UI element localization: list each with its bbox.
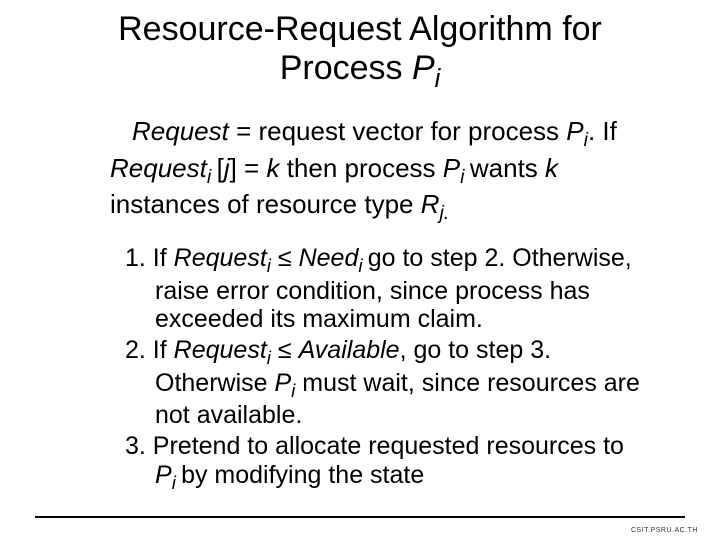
s3d: by modifying the state xyxy=(181,461,424,489)
intro-k1: k xyxy=(266,153,279,183)
step-2: 2. If Requesti ≤ Available, go to step 3… xyxy=(125,336,650,430)
intro-sub3: i xyxy=(460,166,470,188)
footer-text: CSIT.PSRU.AC.TH xyxy=(631,527,698,534)
s1b: Request xyxy=(174,244,267,272)
s2g: P xyxy=(274,369,291,397)
intro-br1: [ xyxy=(217,153,224,183)
step2-num: 2. xyxy=(125,336,146,364)
intro-paragraph: Request = request vector for process Pi.… xyxy=(0,94,720,226)
s2e: Available xyxy=(299,336,400,364)
s3a: Pretend to allocate requested resources … xyxy=(146,432,624,460)
step1-num: 1. xyxy=(125,244,146,272)
step3-num: 3. xyxy=(125,432,146,460)
intro-t12: then process xyxy=(279,153,442,183)
intro-sub4: j. xyxy=(440,203,450,225)
title-line2-pre: Process xyxy=(280,49,412,87)
slide-title: Resource-Request Algorithm for Process P… xyxy=(0,0,720,94)
steps-list: 1. If Requesti ≤ Needi go to step 2. Oth… xyxy=(0,226,720,493)
intro-r: R xyxy=(421,189,440,219)
step-1: 1. If Requesti ≤ Needi go to step 2. Oth… xyxy=(125,244,650,334)
s2b: Request xyxy=(174,336,267,364)
intro-p2: P xyxy=(443,153,460,183)
s3b: P xyxy=(155,461,172,489)
s1a: If xyxy=(146,244,174,272)
intro-p1: P xyxy=(566,116,583,146)
intro-t17: instances of resource type xyxy=(110,189,421,219)
intro-t2: = request vector for process xyxy=(229,116,566,146)
title-sub-i: i xyxy=(435,65,441,93)
s1f: i xyxy=(358,255,367,276)
title-line1: Resource-Request Algorithm for xyxy=(118,10,602,48)
s2a: If xyxy=(146,336,174,364)
intro-k2: k xyxy=(545,153,558,183)
intro-t10: ] = xyxy=(230,153,267,183)
s3c: i xyxy=(172,472,181,493)
title-p: P xyxy=(412,49,435,87)
step-3: 3. Pretend to allocate requested resourc… xyxy=(125,432,650,493)
slide: Resource-Request Algorithm for Process P… xyxy=(0,0,720,540)
footer-divider xyxy=(35,516,685,518)
s1d: ≤ xyxy=(271,244,299,272)
s1e: Need xyxy=(299,244,359,272)
intro-request: Request xyxy=(132,116,229,146)
intro-t15: wants xyxy=(470,153,545,183)
s2d: ≤ xyxy=(271,336,299,364)
intro-sub2: i xyxy=(207,166,217,188)
intro-request2: Request xyxy=(110,153,207,183)
intro-t5: . If xyxy=(588,116,617,146)
